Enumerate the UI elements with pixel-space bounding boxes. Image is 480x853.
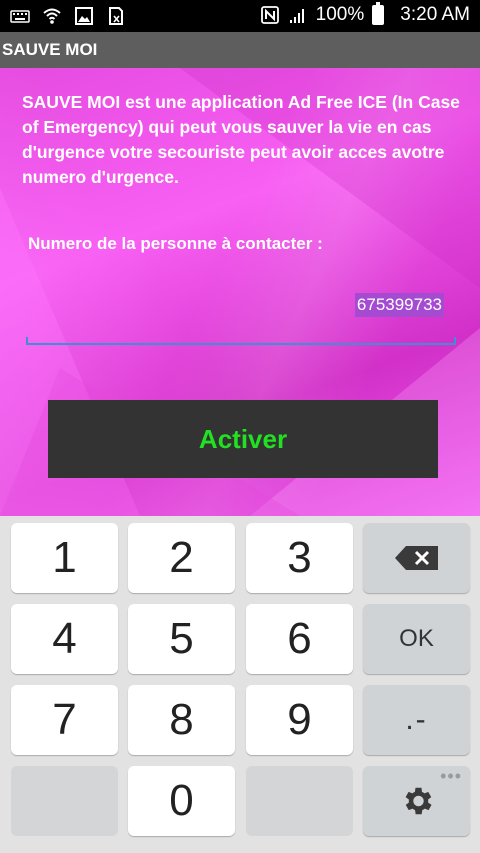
intro-text: SAUVE MOI est une application Ad Free IC… — [22, 92, 460, 187]
ok-key[interactable]: OK — [363, 604, 470, 674]
gear-icon — [405, 787, 432, 815]
dot-dash-key[interactable]: .- — [363, 685, 470, 755]
key-6[interactable]: 6 — [246, 604, 353, 674]
key-5[interactable]: 5 — [128, 604, 235, 674]
numeric-keypad: 1 2 3 4 5 6 OK 7 8 9 .- 0 ••• — [0, 516, 480, 853]
backspace-key[interactable] — [363, 523, 470, 593]
nfc-icon — [260, 6, 279, 24]
app-title-bar: SAUVE MOI — [0, 32, 480, 68]
status-bar: 100% 3:20 AM — [0, 0, 480, 32]
key-8[interactable]: 8 — [128, 685, 235, 755]
more-options-icon[interactable]: ••• — [440, 766, 462, 787]
wifi-icon — [43, 8, 61, 24]
key-1[interactable]: 1 — [11, 523, 118, 593]
phone-label: Numero de la personne à contacter : — [28, 234, 323, 253]
phone-input-underline — [26, 337, 456, 345]
keyboard-icon — [10, 10, 30, 23]
sim-icon — [109, 7, 123, 25]
activate-button[interactable]: Activer — [48, 400, 438, 478]
ok-label: OK — [399, 625, 434, 652]
key-7[interactable]: 7 — [11, 685, 118, 755]
empty-key-left — [11, 766, 118, 836]
key-3[interactable]: 3 — [246, 523, 353, 593]
dot-dash-label: .- — [405, 703, 428, 736]
app-title: SAUVE MOI — [2, 40, 98, 59]
image-icon — [75, 7, 93, 25]
signal-icon — [289, 9, 304, 23]
key-4[interactable]: 4 — [11, 604, 118, 674]
clock: 3:20 AM — [400, 4, 470, 25]
phone-input[interactable]: 675399733 — [354, 293, 444, 317]
empty-key-right — [246, 766, 353, 836]
battery-icon — [372, 2, 385, 25]
battery-percent: 100% — [315, 4, 365, 25]
key-9[interactable]: 9 — [246, 685, 353, 755]
key-2[interactable]: 2 — [128, 523, 235, 593]
backspace-icon — [394, 546, 438, 570]
main-content: SAUVE MOI est une application Ad Free IC… — [0, 68, 480, 516]
key-0[interactable]: 0 — [128, 766, 235, 836]
